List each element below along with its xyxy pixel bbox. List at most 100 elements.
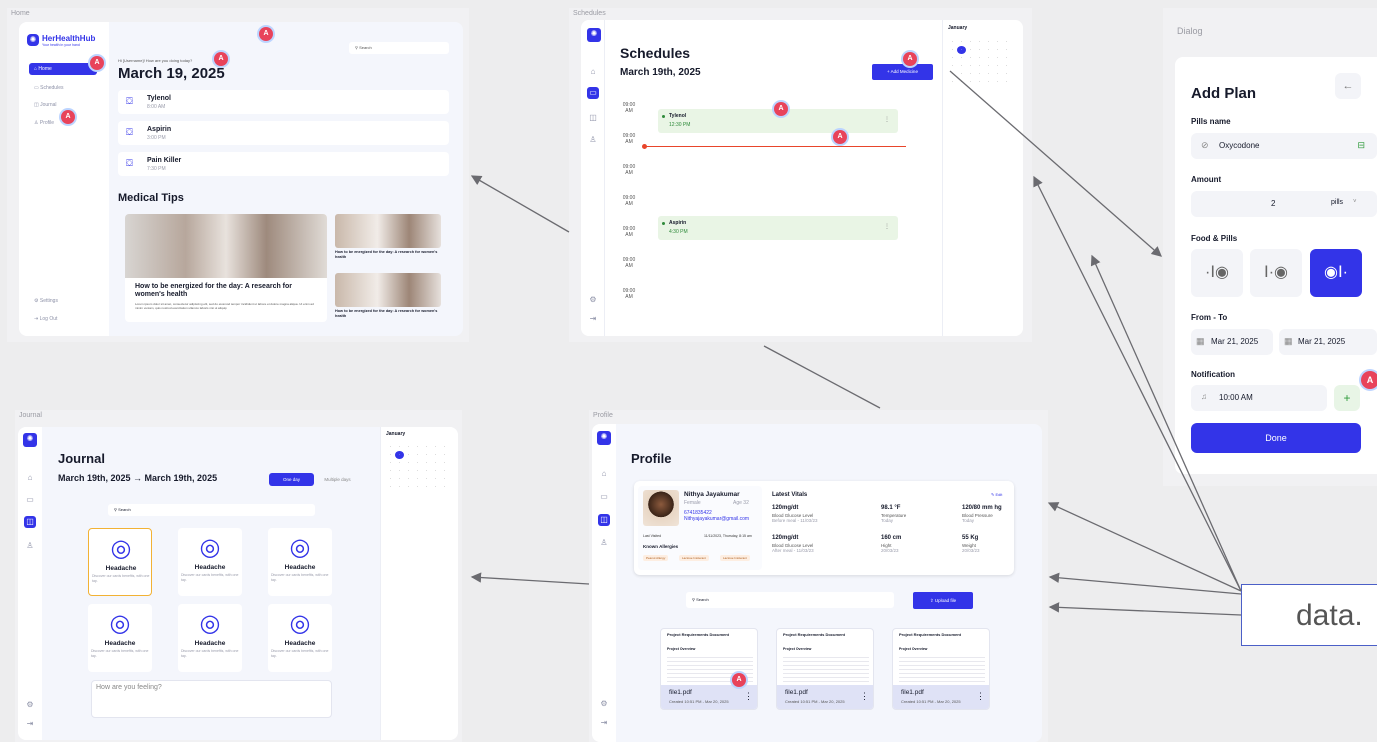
calendar-day[interactable]: ·	[440, 451, 449, 459]
journal-card[interactable]: ◎ Headache Discover our cards benefits, …	[88, 604, 152, 672]
calendar-day[interactable]: ·	[948, 54, 957, 62]
user-icon[interactable]: ♙	[598, 537, 610, 549]
calendar-day[interactable]: ·	[957, 38, 966, 46]
med-item[interactable]: ⛋ Aspirin 3:00 PM	[118, 121, 449, 145]
calendar-day[interactable]: ·	[431, 483, 440, 491]
calendar-day[interactable]: ·	[993, 46, 1002, 54]
calendar-day[interactable]: ·	[948, 38, 957, 46]
calendar-day[interactable]: ·	[404, 451, 413, 459]
calendar-day[interactable]: ·	[957, 54, 966, 62]
calendar-day[interactable]: ·	[422, 459, 431, 467]
calendar-day[interactable]: ·	[413, 467, 422, 475]
more-icon[interactable]: ⋮	[744, 691, 753, 702]
calendar-day[interactable]: ·	[422, 483, 431, 491]
done-button[interactable]: Done	[1191, 423, 1361, 453]
journal-icon[interactable]: ◫	[598, 514, 610, 526]
gear-icon[interactable]: ⚙	[587, 294, 599, 306]
calendar-day[interactable]: ·	[422, 475, 431, 483]
calendar-day[interactable]: ·	[431, 451, 440, 459]
file-card[interactable]: Project Requirements Document Project Ov…	[660, 628, 758, 710]
calendar-day[interactable]: ·	[404, 483, 413, 491]
journal-card[interactable]: ◎ Headache Discover our cards benefits, …	[178, 528, 242, 596]
food-option-before[interactable]: ·Ⅰ◉	[1191, 249, 1243, 297]
calendar-day[interactable]: ·	[404, 459, 413, 467]
calendar-day[interactable]: ·	[984, 38, 993, 46]
calendar-day[interactable]: ·	[966, 62, 975, 70]
calendar-day[interactable]: ·	[1002, 78, 1011, 86]
calendar-day[interactable]: ·	[404, 475, 413, 483]
calendar-day[interactable]: ·	[431, 467, 440, 475]
search-input[interactable]: ⚲ Search	[349, 42, 449, 54]
calendar-day[interactable]: ·	[957, 70, 966, 78]
scan-icon[interactable]: ⊟	[1357, 140, 1365, 151]
calendar-day[interactable]: ·	[975, 70, 984, 78]
search-input[interactable]: ⚲ Search	[108, 504, 315, 516]
tip-card-side[interactable]: How to be energized for the day: A resea…	[335, 214, 441, 268]
sidebar-item-schedules[interactable]: ▭ Schedules	[34, 85, 63, 91]
calendar-day[interactable]: ·	[966, 38, 975, 46]
calendar-day[interactable]: ·	[975, 38, 984, 46]
calendar-day[interactable]: ·	[395, 475, 404, 483]
journal-icon[interactable]: ◫	[587, 112, 599, 124]
calendar-day[interactable]: ·	[993, 78, 1002, 86]
more-icon[interactable]: ⋮	[860, 691, 869, 702]
food-option-after[interactable]: ◉Ⅰ·	[1310, 249, 1362, 297]
calendar-day[interactable]: ·	[993, 70, 1002, 78]
calendar-grid[interactable]: · · · · · · · · · · · · · · · · · · · · · · · · · · · · · · · · · · · · · · · ·…	[948, 38, 1011, 86]
calendar-day[interactable]: ·	[413, 443, 422, 451]
sidebar-item-logout[interactable]: ⇥ Log Out	[34, 316, 57, 322]
add-medicine-button[interactable]: + Add Medicine	[872, 64, 933, 80]
calendar-day[interactable]: ·	[386, 443, 395, 451]
user-icon[interactable]: ♙	[587, 134, 599, 146]
calendar-day[interactable]: ·	[395, 483, 404, 491]
logout-icon[interactable]: ⇥	[24, 718, 36, 730]
sidebar-item-profile[interactable]: ♙ Profile	[34, 120, 54, 126]
calendar-day[interactable]: ·	[966, 54, 975, 62]
logout-icon[interactable]: ⇥	[587, 313, 599, 325]
calendar-day[interactable]: ·	[993, 62, 1002, 70]
calendar-day[interactable]: ·	[386, 475, 395, 483]
calendar-day[interactable]: ·	[1002, 62, 1011, 70]
calendar-day[interactable]: ·	[422, 451, 431, 459]
calendar-day[interactable]: ·	[395, 443, 404, 451]
back-button[interactable]: ←	[1335, 73, 1361, 99]
home-icon[interactable]: ⌂	[598, 468, 610, 480]
journal-card[interactable]: ◎ Headache Discover our cards benefits, …	[88, 528, 152, 596]
calendar-day[interactable]: ·	[386, 459, 395, 467]
calendar-day[interactable]: ·	[957, 78, 966, 86]
calendar-day[interactable]: ·	[395, 467, 404, 475]
calendar-day[interactable]: ·	[975, 62, 984, 70]
toggle-one-day[interactable]: One day	[269, 473, 314, 486]
calendar-grid[interactable]: · · · · · · · · · · · · · · · · · · · · · · · · · · · · · · · · · · · · · · · ·…	[386, 443, 449, 491]
from-date-field[interactable]: ▦ Mar 21, 2025	[1191, 329, 1273, 355]
calendar-day[interactable]: ·	[984, 46, 993, 54]
user-icon[interactable]: ♙	[24, 540, 36, 552]
add-notification-button[interactable]: +	[1334, 385, 1360, 411]
file-card[interactable]: Project Requirements Document Project Ov…	[892, 628, 990, 710]
calendar-day[interactable]: ·	[395, 451, 404, 459]
med-item[interactable]: ⛋ Pain Killer 7:30 PM	[118, 152, 449, 176]
calendar-day[interactable]: ·	[431, 459, 440, 467]
upload-file-button[interactable]: ⇪ Upload file	[913, 592, 973, 609]
calendar-day[interactable]: ·	[984, 62, 993, 70]
calendar-day[interactable]: ·	[431, 475, 440, 483]
calendar-day[interactable]: ·	[984, 78, 993, 86]
journal-card[interactable]: ◎ Headache Discover our cards benefits, …	[268, 528, 332, 596]
amount-field[interactable]: 2 pills ˅	[1191, 191, 1377, 217]
calendar-day[interactable]: ·	[975, 46, 984, 54]
calendar-icon[interactable]: ▭	[24, 494, 36, 506]
toggle-multiple-days[interactable]: Multiple days	[315, 473, 360, 486]
calendar-day[interactable]: ·	[422, 467, 431, 475]
calendar-day[interactable]: ·	[431, 443, 440, 451]
more-icon[interactable]: ⋮	[884, 116, 890, 123]
to-date-field[interactable]: ▦ Mar 21, 2025	[1279, 329, 1377, 355]
calendar-day[interactable]: ·	[395, 459, 404, 467]
notification-field[interactable]: ♫ 10:00 AM	[1191, 385, 1327, 411]
calendar-day[interactable]: ·	[440, 475, 449, 483]
med-item[interactable]: ⛋ Tylenol 8:00 AM	[118, 90, 449, 114]
search-input[interactable]: ⚲ Search	[686, 592, 894, 608]
calendar-day[interactable]: ·	[404, 443, 413, 451]
chevron-down-icon[interactable]: ˅	[1353, 199, 1357, 205]
calendar-day[interactable]: ·	[984, 70, 993, 78]
calendar-day[interactable]: ·	[975, 78, 984, 86]
